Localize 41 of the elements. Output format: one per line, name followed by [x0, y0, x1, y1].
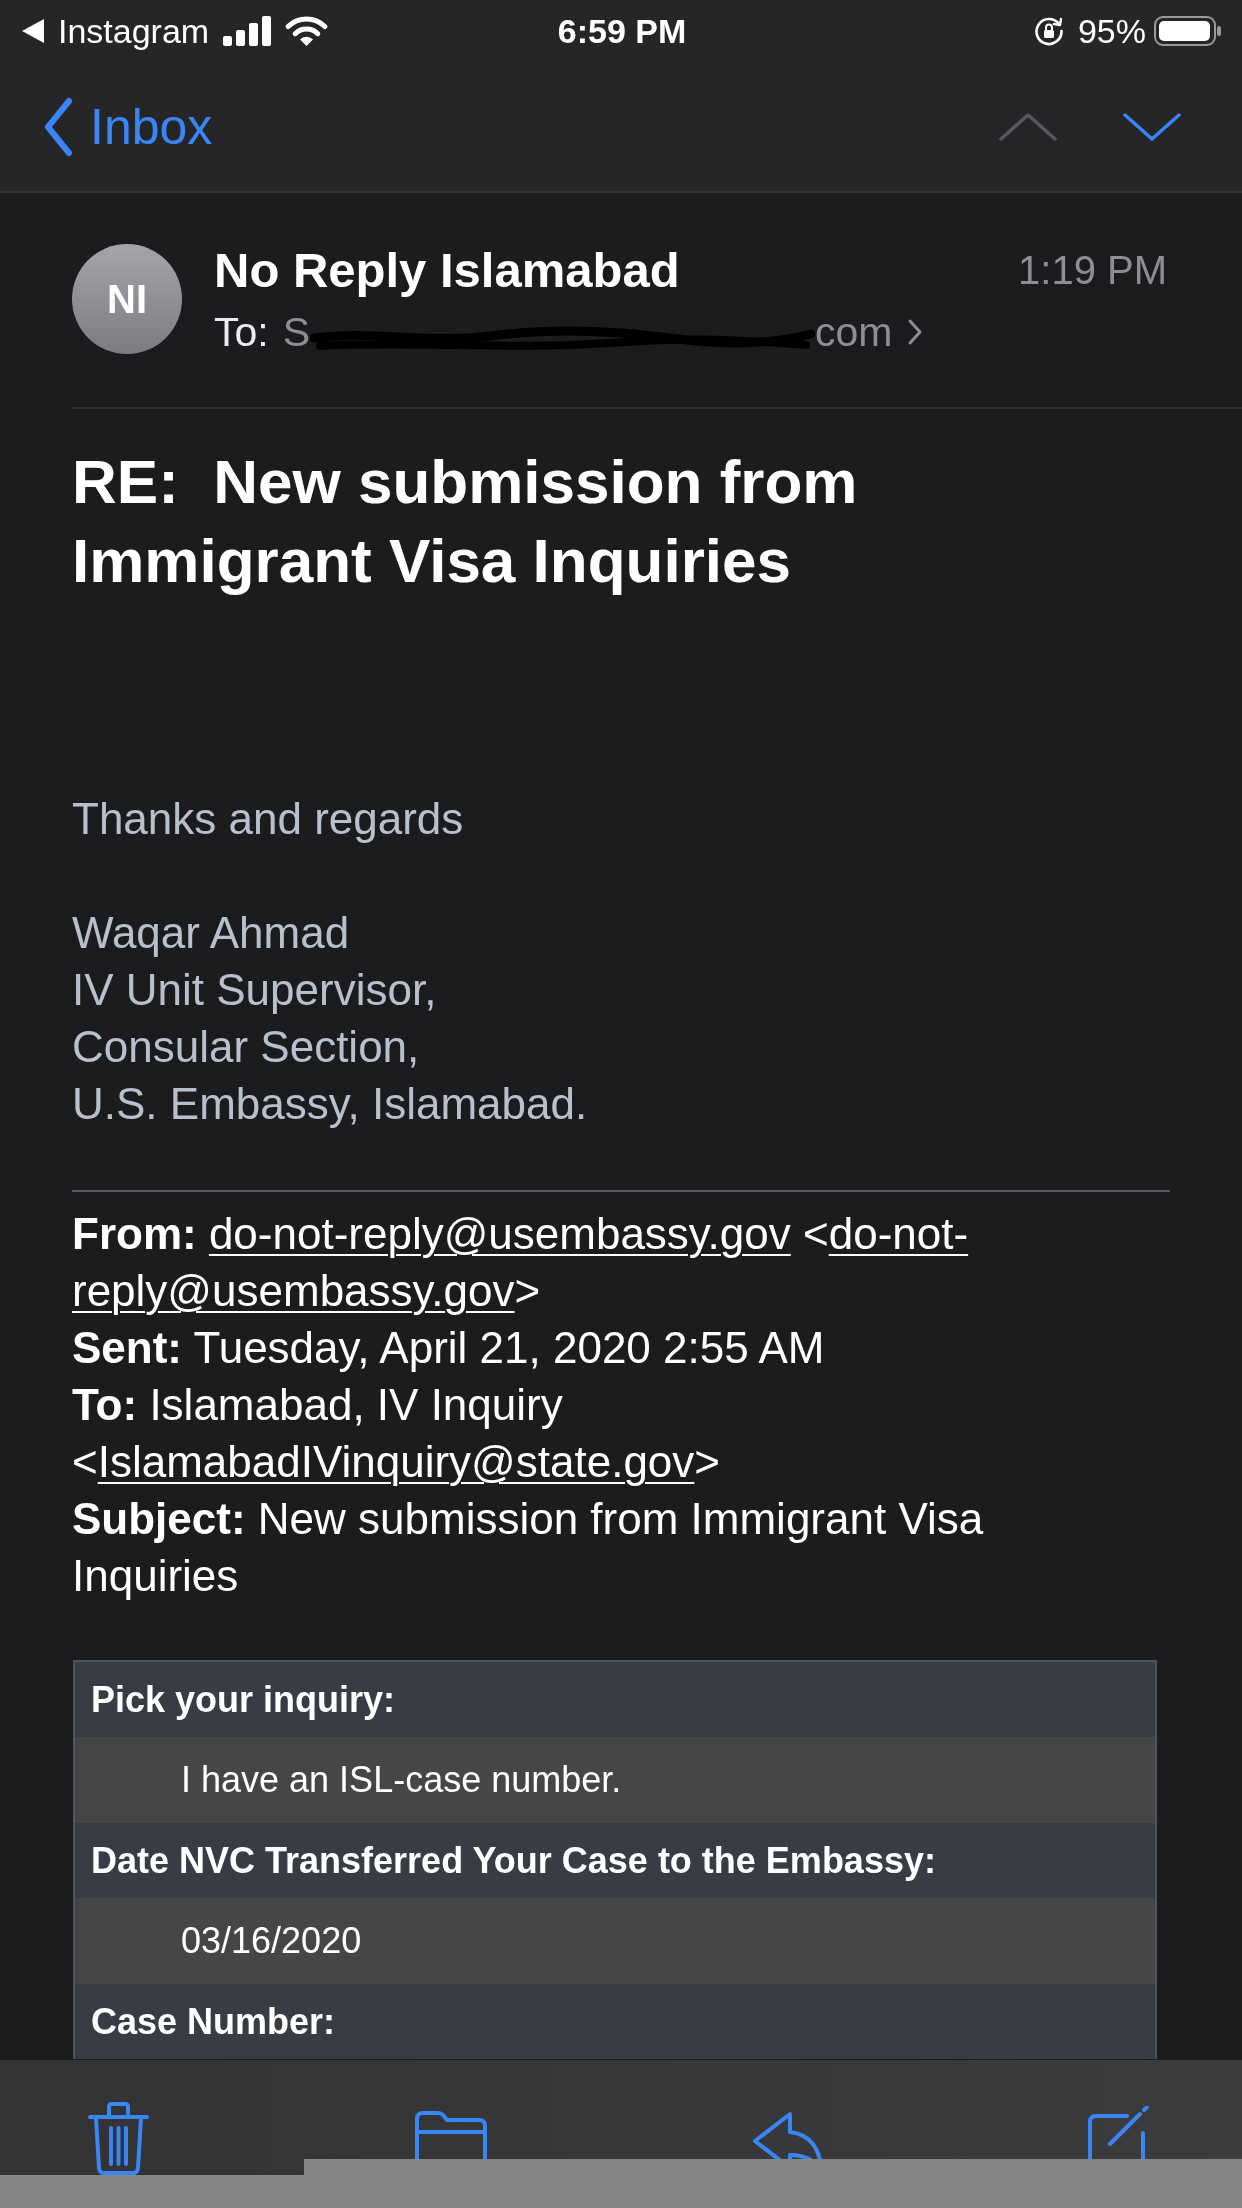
battery-percent: 95% [1077, 11, 1146, 51]
chevron-right-icon[interactable] [906, 318, 923, 346]
email-subject: RE: New submission from Immigrant Visa Inquiries [72, 446, 859, 597]
sender-avatar: NI [72, 244, 182, 354]
battery-icon [1154, 16, 1222, 46]
email-link[interactable]: reply@usembassy.gov [72, 1266, 515, 1315]
signature-line: Waqar Ahmad [72, 907, 351, 959]
email-header-line: Subject: New submission from Immigrant Visa Inquiries [72, 1493, 985, 1602]
trash-icon[interactable] [87, 2102, 150, 2175]
form-answer-cell: I have an ISL-case number. [75, 1737, 1155, 1823]
message-time: 1:19 PM [1018, 247, 1167, 294]
folder-icon[interactable] [414, 2111, 488, 2159]
email-header-line: Sent: Tuesday, April 21, 2020 2:55 AM [72, 1322, 826, 1374]
email-link[interactable]: do-not- [828, 1209, 969, 1258]
email-link[interactable]: IslamabadIVinquiry@state.gov [97, 1437, 695, 1486]
signature-line: U.S. Embassy, Islamabad. [72, 1078, 589, 1130]
signature-line: IV Unit Supervisor, [72, 964, 438, 1016]
chevron-left-icon [42, 96, 74, 157]
sender-name: No Reply Islamabad [214, 244, 680, 296]
recipient-label: To: [214, 308, 269, 357]
signature-line: Consular Section, [72, 1021, 421, 1073]
status-time: 6:59 PM [557, 11, 687, 51]
form-label-cell: Pick your inquiry: [75, 1662, 1155, 1737]
reply-icon[interactable] [752, 2111, 823, 2159]
form-answer-cell: 03/16/2020 [75, 1898, 1155, 1984]
wifi-icon [284, 15, 330, 47]
signal-icon [223, 16, 273, 46]
email-header-line: To: Islamabad, IV Inquiry <IslamabadIVinquiry@state.gov> [72, 1379, 722, 1488]
form-label-cell: Date NVC Transferred Your Case to the Embassy: [75, 1823, 1155, 1898]
email-link[interactable]: do-not-reply@usembassy.gov [208, 1209, 791, 1258]
back-to-app-button[interactable]: Instagram [22, 11, 210, 51]
rotation-lock-icon [1033, 16, 1064, 46]
back-triangle-icon [22, 19, 44, 43]
chevron-down-icon[interactable] [1121, 110, 1183, 143]
signoff-text: Thanks and regards [72, 793, 465, 845]
recipient-address-fragment: com [815, 308, 893, 357]
compose-icon[interactable] [1087, 2106, 1152, 2159]
recipient-address-fragment: S [282, 308, 311, 357]
inbox-back-button[interactable]: Inbox [42, 96, 213, 157]
form-label-cell: Case Number: [75, 1984, 1155, 2059]
email-header-line: From: do-not-reply@usembassy.gov <do-not- reply@usembassy.gov> [72, 1208, 970, 1317]
